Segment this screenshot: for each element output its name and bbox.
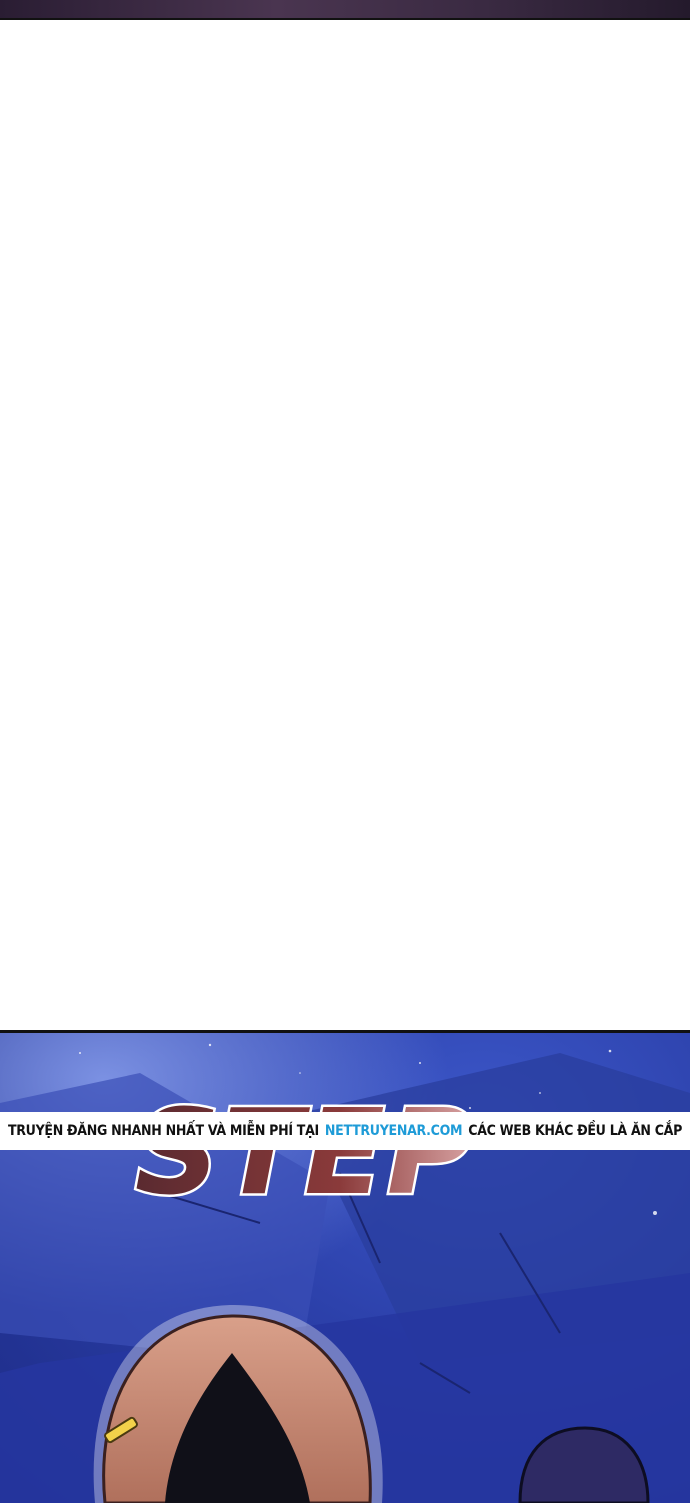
step-sfx-text: STEP [135, 1083, 476, 1221]
previous-panel-edge [0, 0, 690, 20]
night-scene-panel: STEP [0, 1030, 690, 1503]
banner-suffix: CÁC WEB KHÁC ĐỀU LÀ ĂN CẮP [468, 1123, 683, 1139]
step-sfx: STEP [132, 1081, 476, 1224]
banner-prefix: TRUYỆN ĐĂNG NHANH NHẤT VÀ MIỄN PHÍ TẠI [7, 1123, 319, 1139]
night-scene-art: STEP [0, 1033, 690, 1503]
blank-gutter [0, 20, 690, 1030]
scanlation-banner: TRUYỆN ĐĂNG NHANH NHẤT VÀ MIỄN PHÍ TẠI N… [0, 1112, 690, 1150]
banner-site-link[interactable]: NETTRUYENAR.COM [325, 1123, 463, 1139]
